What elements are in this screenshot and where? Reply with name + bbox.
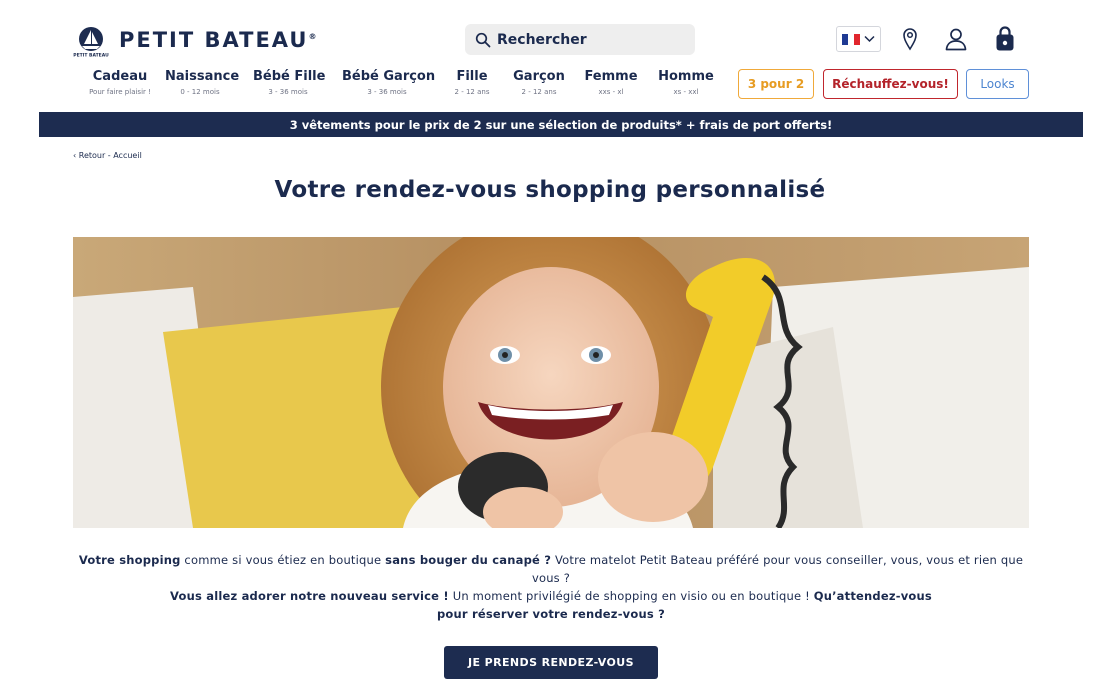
book-appointment-button[interactable]: JE PRENDS RENDEZ-VOUS [444,646,658,679]
sailboat-logo-icon: PETIT BATEAU [73,27,109,59]
location-pin-icon [903,28,917,51]
nav-item-label: Bébé Garçon [342,69,436,84]
nav-item-cadeau[interactable]: Cadeau Pour faire plaisir ! [73,68,167,98]
nav-item-bebe-fille[interactable]: Bébé Fille 3 - 36 mois [253,68,326,98]
intro-paragraph-2: Vous allez adorer notre nouveau service … [73,587,1029,623]
looks-button[interactable]: Looks [966,69,1029,99]
intro-emphasis: Vous allez adorer notre nouveau service … [170,589,449,603]
brand-name: PETIT BATEAU® [119,28,317,52]
hero-image [73,237,1029,528]
nav-item-label: Naissance [165,69,240,84]
brand-logo[interactable]: PETIT BATEAU PETIT BATEAU® [73,22,316,58]
flag-fr-icon [842,33,860,45]
intro-text-span: Un moment privilégié de shopping en visi… [448,589,814,603]
nav-item-fille[interactable]: Fille 2 - 12 ans [449,68,495,98]
nav-item-bebe-garcon[interactable]: Bébé Garçon 3 - 36 mois [342,68,436,98]
nav-item-homme[interactable]: Homme xs - xxl [657,68,715,98]
language-selector[interactable] [836,26,881,52]
nav-item-sublabel: xxs - xl [598,88,624,96]
nav-item-naissance[interactable]: Naissance 0 - 12 mois [165,68,240,98]
intro-text-span: comme si vous étiez en boutique [180,553,386,567]
nav-item-sublabel: 2 - 12 ans [521,88,557,96]
shopping-bag-icon [996,26,1014,51]
intro-emphasis: Votre shopping [78,553,181,567]
promo-banner[interactable]: 3 vêtements pour le prix de 2 sur une sé… [39,112,1083,137]
nav-item-sublabel: 0 - 12 mois [180,88,220,96]
nav-item-sublabel: 3 - 36 mois [268,88,308,96]
promo-rechauffez-vous-button[interactable]: Réchauffez-vous! [823,69,958,99]
search-placeholder: Rechercher [497,31,587,48]
svg-text:PETIT BATEAU: PETIT BATEAU [73,53,109,59]
search-input[interactable]: Rechercher [465,24,695,55]
nav-item-garcon[interactable]: Garçon 2 - 12 ans [511,68,567,98]
intro-paragraph-1: Votre shopping comme si vous étiez en bo… [73,551,1029,587]
search-icon [475,32,491,47]
intro-text-span: Votre matelot Petit Bateau préféré pour … [531,553,1024,585]
promo-banner-text: 3 vêtements pour le prix de 2 sur une sé… [289,117,833,132]
nav-item-label: Bébé Fille [253,69,326,84]
nav-item-sublabel: xs - xxl [673,88,699,96]
nav-item-sublabel: 2 - 12 ans [454,88,490,96]
nav-item-sublabel: Pour faire plaisir ! [89,88,151,96]
nav-item-label: Homme [658,69,714,84]
back-link[interactable]: ‹ Retour - Accueil [73,151,142,160]
store-locator-button[interactable] [898,24,922,54]
nav-item-sublabel: 3 - 36 mois [367,88,407,96]
nav-item-label: Femme [584,69,638,84]
promo-3-pour-2-button[interactable]: 3 pour 2 [738,69,814,99]
account-icon [945,28,967,51]
page-title: Votre rendez-vous shopping personnalisé [274,177,826,203]
intro-text: Votre shopping comme si vous étiez en bo… [73,551,1029,623]
cart-button[interactable] [992,24,1018,54]
nav-item-label: Cadeau [92,69,148,84]
nav-item-femme[interactable]: Femme xxs - xl [584,68,638,98]
account-button[interactable] [942,24,970,54]
chevron-down-icon [864,35,875,43]
nav-item-label: Garçon [513,69,565,84]
intro-emphasis: sans bouger du canapé ? [385,553,552,567]
nav-item-label: Fille [456,69,488,84]
